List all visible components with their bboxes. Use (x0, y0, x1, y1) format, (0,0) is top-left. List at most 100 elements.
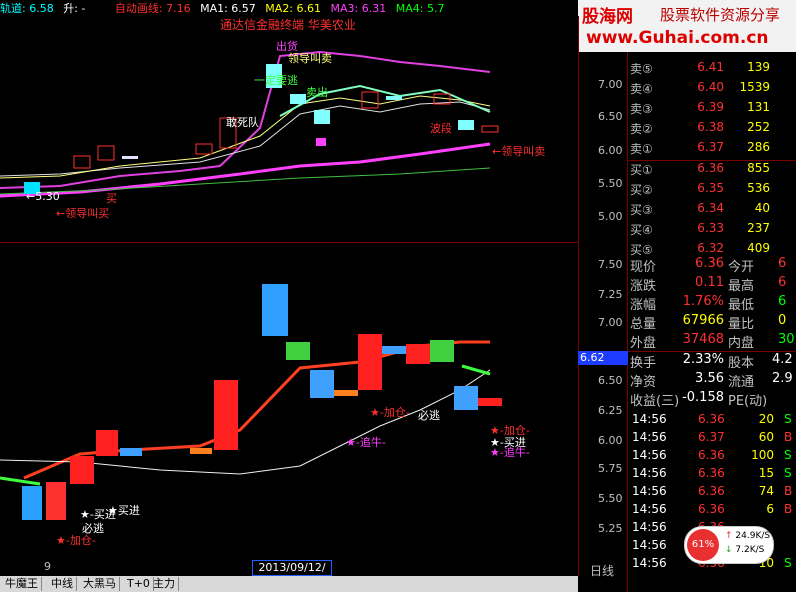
stats-block: 现价 6.36 今开 6 涨跌 0.11 最高 6 涨幅 1.76% 最低 6 总量 67966 量比… (628, 256, 796, 409)
lower-axis-label: 6.00 (598, 434, 623, 447)
ma-purple-lower-line (0, 142, 491, 198)
stat-value: 6.36 (695, 256, 724, 271)
tick-time: 14:56 (632, 520, 667, 534)
sell-price: 6.41 (697, 60, 724, 74)
zoom-out-icon[interactable]: − (594, 577, 602, 588)
download-speed: ↓ 7.2K/S (725, 545, 765, 555)
candle (122, 156, 138, 159)
stat-row: 外盘 37468 内盘 30 (628, 332, 796, 351)
kline-chart[interactable] (0, 16, 578, 576)
candle (478, 398, 502, 406)
candle (262, 284, 288, 336)
tick-time: 14:56 (632, 412, 667, 426)
candle (382, 346, 406, 354)
stat-row: 总量 67966 量比 0 (628, 313, 796, 332)
sell-row-1[interactable]: 卖① 6.37 286 (628, 140, 796, 160)
tick-row: 14:56 6.36 6 B (628, 502, 796, 520)
tab-zhong-xian[interactable]: 中线 (48, 577, 77, 591)
candle (406, 344, 430, 364)
lower-axis-label: 7.50 (598, 258, 623, 271)
candle (430, 340, 454, 362)
buy-volume: 409 (747, 241, 770, 255)
upload-value: 24.9K/S (735, 531, 771, 541)
indicator-rise: 升: - (63, 2, 86, 15)
candle (358, 334, 382, 390)
stat-row: 涨跌 0.11 最高 6 (628, 275, 796, 294)
indicator-autoline: 自动画线: 7.16 (114, 2, 191, 15)
zoom-in-icon[interactable]: + (580, 577, 588, 588)
tick-time: 14:56 (632, 430, 667, 444)
annotation-jia-cang-left: ★-加仓- (56, 534, 96, 547)
annotation-zhui-niu-mid: ★-追牛- (346, 436, 386, 449)
tab-niu-mo-wang[interactable]: 牛魔王 (2, 577, 42, 591)
stat-label: 流通 (728, 375, 755, 390)
stat-value: 0.11 (695, 275, 724, 290)
sell-row-5[interactable]: 卖⑤ 6.41 139 (628, 60, 796, 80)
stat-row: 换手 2.33% 股本 4.2 (628, 352, 796, 371)
tick-price: 6.36 (698, 412, 725, 426)
stat-value: 3.56 (695, 371, 724, 386)
sell-label: 卖⑤ (630, 62, 653, 76)
tick-side: B (784, 502, 793, 516)
sell-row-3[interactable]: 卖③ 6.39 131 (628, 100, 796, 120)
stat-row: 现价 6.36 今开 6 (628, 256, 796, 275)
stat-value: 6 (778, 294, 787, 309)
stat-value: 67966 (682, 313, 724, 328)
tab-zhu-li[interactable]: 主力 (150, 577, 179, 591)
annotation-ling-dao-jiao-mai-low: ←领导叫买 (56, 207, 110, 220)
stat-value: 30 (778, 332, 795, 347)
stat-value: -0.158 (682, 390, 724, 405)
sell-row-4[interactable]: 卖④ 6.40 1539 (628, 80, 796, 100)
tick-row: 14:56 6.36 15 S (628, 466, 796, 484)
buy-row-3[interactable]: 买③ 6.34 40 (628, 201, 796, 221)
tick-time: 14:56 (632, 502, 667, 516)
stat-label: PE(动) (728, 394, 768, 409)
lower-axis-label: 6.25 (598, 404, 623, 417)
sell-price: 6.40 (697, 80, 724, 94)
annotation-bo-duan: 波段 (430, 122, 452, 135)
tab-da-hei-ma[interactable]: 大黑马 (80, 577, 120, 591)
buy-volume: 855 (747, 161, 770, 175)
tick-row: 14:56 6.36 20 S (628, 412, 796, 430)
stat-row: 收益(三) -0.158 PE(动) (628, 390, 796, 409)
download-value: 7.2K/S (735, 545, 765, 555)
stat-label: 外盘 (630, 336, 657, 351)
indicator-track: 轨道: 6.58 (0, 2, 54, 15)
candle (481, 125, 499, 133)
tick-side: S (784, 466, 792, 480)
annotation-jue-ding-tao: 一定要逃 (254, 74, 298, 87)
tick-side: S (784, 448, 792, 462)
candle (22, 486, 42, 520)
upper-axis-label: 6.50 (598, 110, 623, 123)
lower-axis-label: 7.00 (598, 316, 623, 329)
annotation-bi-tao-mid: 必逃 (418, 409, 440, 422)
stat-label: 内盘 (728, 336, 755, 351)
indicator-green-line (0, 476, 41, 486)
stat-value: 0 (778, 313, 787, 328)
upper-axis-label: 5.00 (598, 210, 623, 223)
sell-label: 卖③ (630, 102, 653, 116)
buy-label: 买③ (630, 203, 653, 217)
annotation-mai: 买 (106, 192, 117, 205)
buy-row-4[interactable]: 买④ 6.33 237 (628, 221, 796, 241)
candle (386, 96, 402, 100)
buy-price: 6.34 (697, 201, 724, 215)
tick-volume: 15 (758, 466, 774, 480)
indicator-ma2: MA2: 6.61 (265, 2, 322, 15)
buy-volume: 237 (747, 221, 770, 235)
buy-row-2[interactable]: 买② 6.35 536 (628, 181, 796, 201)
network-speed-widget[interactable]: 61% ↑ 24.9K/S ↓ 7.2K/S (684, 526, 774, 564)
annotation-mai-chu: 卖出 (306, 86, 328, 99)
candle (70, 456, 94, 484)
buy-price: 6.36 (697, 161, 724, 175)
buy-price: 6.33 (697, 221, 724, 235)
stat-label: 换手 (630, 356, 657, 371)
upper-axis-label: 7.00 (598, 78, 623, 91)
buy-row-1[interactable]: 买① 6.36 855 (628, 161, 796, 181)
upper-axis-label: 6.00 (598, 144, 623, 157)
stat-label: 总量 (630, 317, 657, 332)
sell-row-2[interactable]: 卖② 6.38 252 (628, 120, 796, 140)
tick-time: 14:56 (632, 538, 667, 552)
tick-price: 6.36 (698, 448, 725, 462)
annotation-mai-jin-left2: ★买进 (108, 504, 140, 517)
